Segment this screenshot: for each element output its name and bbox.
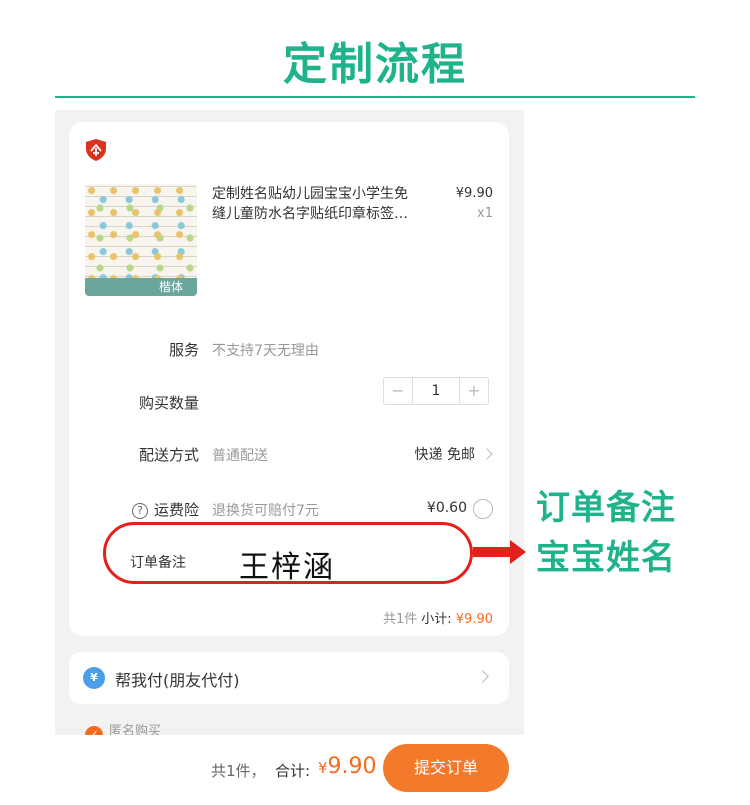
subtotal-count: 共1件: [382, 612, 418, 627]
check-icon: ✓: [85, 726, 103, 735]
arrow-right-icon: [473, 547, 515, 557]
friend-pay-option[interactable]: ¥ 帮我付(朋友代付): [69, 652, 509, 704]
insurance-label-group: ? 运费险: [69, 499, 199, 520]
quantity-label: 购买数量: [138, 394, 199, 412]
note-highlight-outline: [103, 522, 473, 584]
page-title: 定制流程: [283, 39, 467, 90]
shop-shield-icon: [86, 139, 106, 161]
subtotal: 共1件 小计: ¥9.90: [383, 608, 493, 627]
subtotal-label: 小计:: [421, 612, 452, 627]
anonymous-purchase-toggle[interactable]: ✓ 匿名购买: [85, 720, 161, 735]
insurance-value: 退换货可赔付7元: [212, 503, 319, 519]
chevron-right-icon: [476, 670, 489, 683]
submit-order-button[interactable]: 提交订单: [383, 744, 509, 792]
friend-pay-label: 帮我付(朋友代付): [115, 671, 240, 690]
service-label: 服务: [168, 341, 199, 359]
insurance-price: ¥0.60: [426, 500, 467, 516]
delivery-option[interactable]: 快递 免邮: [414, 444, 493, 464]
total-amount: ¥9.90: [318, 754, 377, 779]
annotation-line1: 订单备注: [536, 488, 676, 528]
annotation-line2: 宝宝姓名: [536, 538, 676, 578]
bottom-bar: 共1件， 合计: ¥9.90 提交订单: [0, 735, 750, 805]
total-count: 共1件，: [211, 762, 266, 780]
total-currency: ¥: [318, 759, 328, 777]
quantity-plus-button[interactable]: +: [460, 378, 488, 404]
total-value: 9.90: [327, 754, 377, 779]
friend-pay-icon: ¥: [83, 667, 105, 689]
subtotal-amount: ¥9.90: [455, 612, 493, 627]
product-title[interactable]: 定制姓名贴幼儿园宝宝小学生免 缝儿童防水名字贴纸印章标签…: [212, 184, 440, 224]
total-label: 合计:: [275, 762, 311, 780]
quantity-input[interactable]: 1: [412, 378, 460, 404]
product-quantity: x1: [477, 206, 493, 221]
anonymous-label: 匿名购买: [109, 724, 162, 735]
delivery-value: 普通配送: [212, 448, 268, 464]
insurance-radio-icon[interactable]: [473, 499, 493, 519]
product-title-line1: 定制姓名贴幼儿园宝宝小学生免: [212, 186, 408, 202]
thumbnail-font-label: 楷体: [158, 280, 183, 294]
delivery-label: 配送方式: [138, 446, 199, 464]
delivery-option-label: 快递 免邮: [414, 447, 475, 463]
product-title-line2: 缝儿童防水名字贴纸印章标签…: [212, 206, 408, 222]
checkout-screen: 楷体 定制姓名贴幼儿园宝宝小学生免 缝儿童防水名字贴纸印章标签… ¥9.90 x…: [55, 110, 524, 735]
quantity-minus-button[interactable]: −: [384, 378, 412, 404]
product-thumbnail[interactable]: 楷体: [85, 184, 197, 296]
quantity-stepper: − 1 +: [383, 377, 489, 405]
chevron-right-icon: [481, 448, 493, 460]
arrow-head-icon: [510, 540, 526, 564]
help-circle-icon[interactable]: ?: [131, 503, 148, 519]
insurance-label: 运费险: [153, 501, 199, 519]
service-value: 不支持7天无理由: [212, 343, 319, 359]
title-divider: [55, 96, 695, 98]
product-price: ¥9.90: [455, 186, 493, 201]
